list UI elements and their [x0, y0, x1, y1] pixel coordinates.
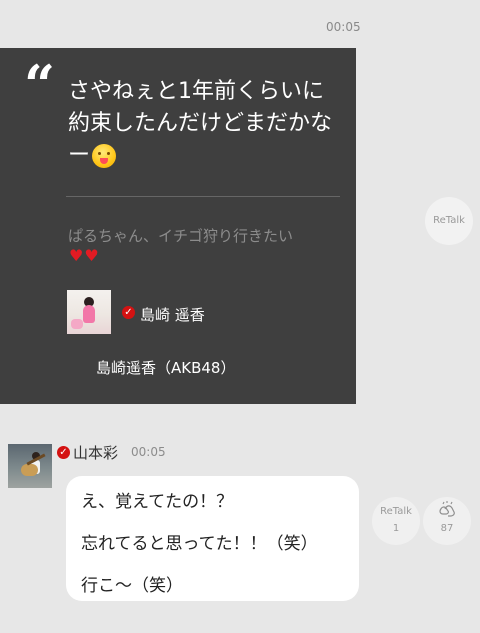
- guitar-icon: [21, 464, 38, 476]
- smiling-emoji-icon: [92, 144, 117, 168]
- quoted-author-row[interactable]: ✓ 島崎 遥香: [67, 290, 327, 334]
- comment-retalk-label: ReTalk: [380, 506, 412, 517]
- verified-badge-icon: ✓: [57, 446, 70, 459]
- comment-line: 忘れてると思ってた！！（笑）: [81, 534, 318, 554]
- comment-line: え、覚えてたの！？: [81, 492, 234, 512]
- verified-badge-icon: ✓: [122, 306, 135, 319]
- top-timestamp: 00:05: [326, 20, 361, 34]
- heart-icon: ♥: [69, 246, 84, 265]
- clap-icon: [439, 501, 455, 517]
- clap-count: 87: [440, 523, 454, 534]
- comment-retalk-button[interactable]: ReTalk 1: [372, 497, 420, 545]
- retalk-button[interactable]: ReTalk: [425, 197, 473, 245]
- original-post-text: ぱるちゃん、イチゴ狩り行きたい♥♥: [68, 226, 308, 266]
- clap-button[interactable]: 87: [423, 497, 471, 545]
- quote-mark-icon: “: [24, 53, 56, 117]
- comment-line: 行こ～（笑）: [81, 576, 183, 596]
- avatar-pillow-icon: [71, 319, 83, 329]
- comment-retalk-count: 1: [392, 523, 400, 534]
- quoted-post-text: さやねぇと1年前くらいに約束したんだけどまだかなー: [68, 76, 343, 172]
- comment-user-name[interactable]: 山本彩: [73, 442, 118, 463]
- quoted-author-group: 島崎遥香（AKB48）: [96, 359, 236, 377]
- heart-icon: ♥: [84, 246, 99, 265]
- comment-timestamp: 00:05: [131, 445, 166, 459]
- quoted-author-avatar[interactable]: [67, 290, 111, 334]
- avatar-body-icon: [83, 305, 95, 323]
- comment-bubble[interactable]: え、覚えてたの！？ 忘れてると思ってた！！（笑） 行こ～（笑）: [66, 476, 359, 601]
- comment-user-avatar[interactable]: [8, 444, 52, 488]
- quote-divider: [66, 196, 340, 197]
- original-post-text-content: ぱるちゃん、イチゴ狩り行きたい: [68, 227, 294, 245]
- quoted-author-name[interactable]: 島崎 遥香: [140, 304, 205, 325]
